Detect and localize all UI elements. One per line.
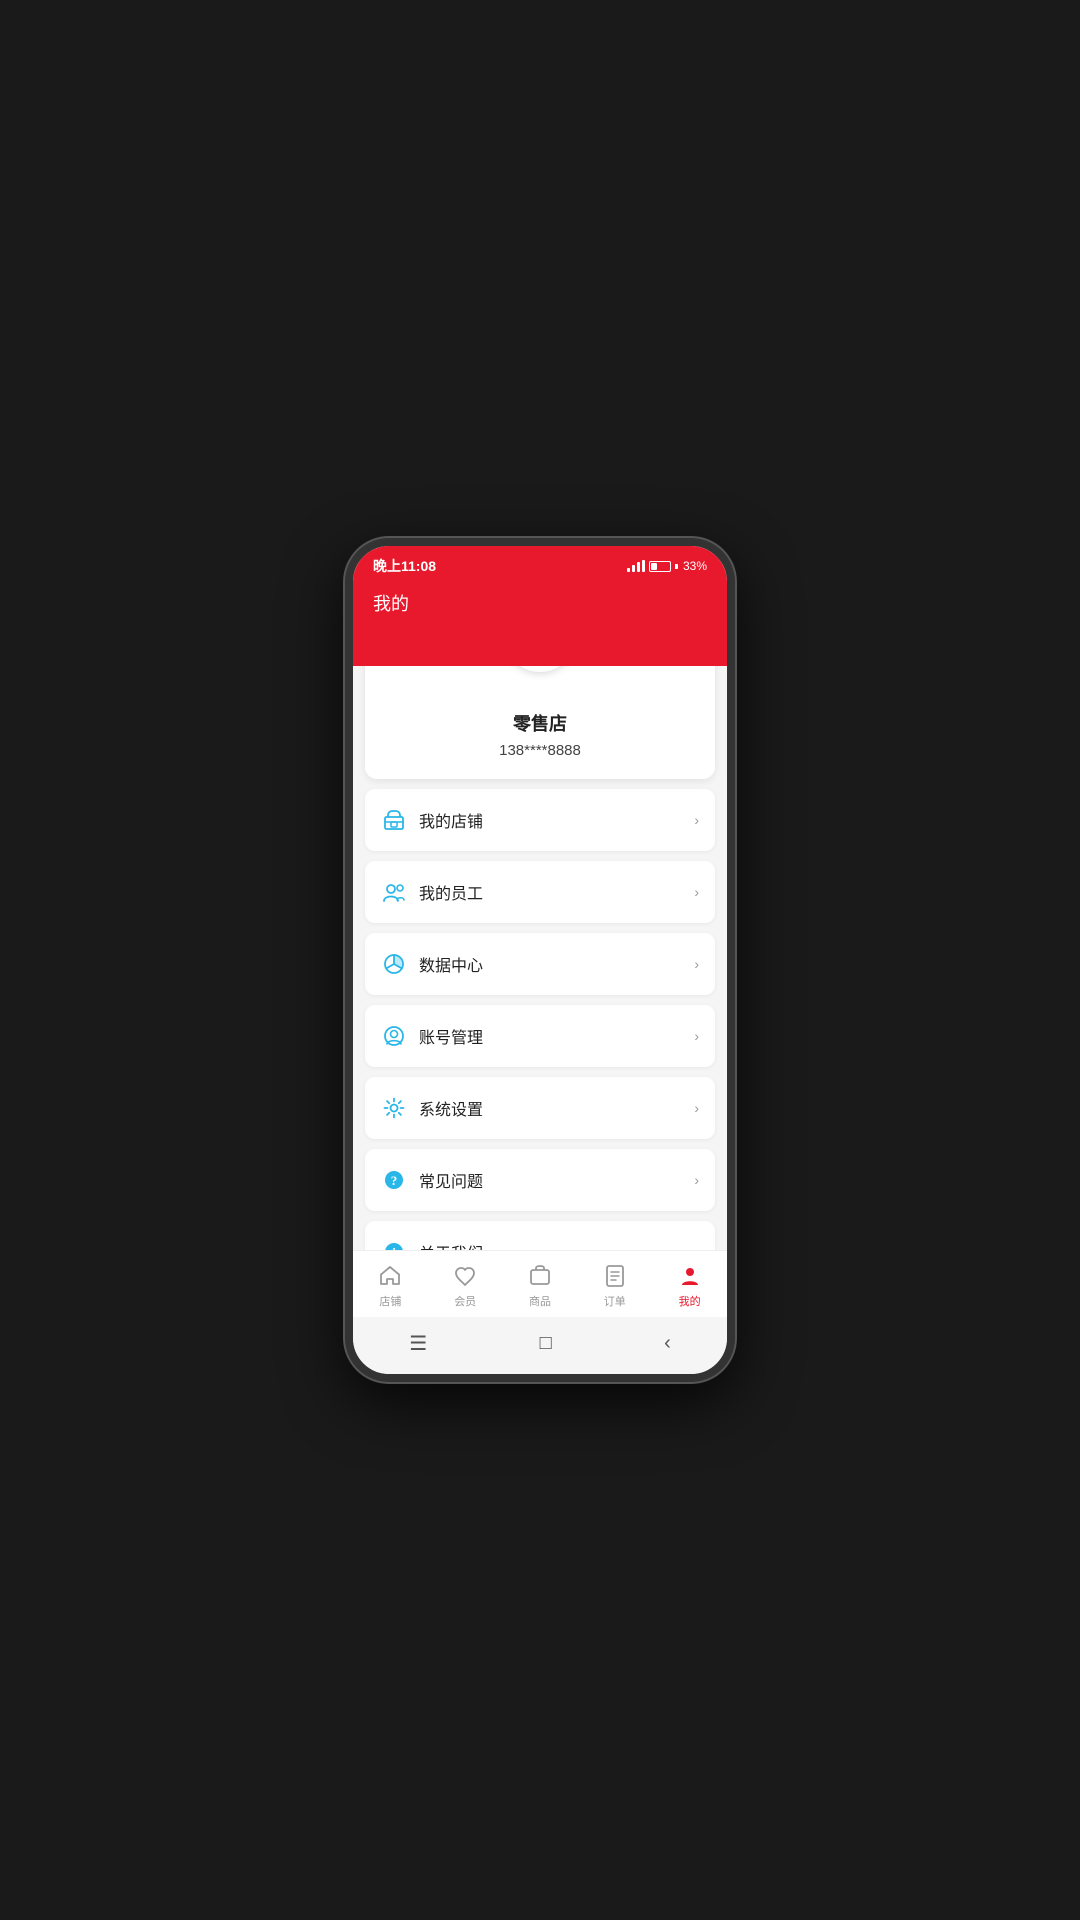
menu-item-account-mgmt[interactable]: 账号管理 ›: [365, 1005, 715, 1067]
arrow-icon: ›: [694, 1172, 699, 1188]
menu-label-data-center: 数据中心: [419, 952, 694, 976]
tab-store[interactable]: 店铺: [353, 1259, 428, 1313]
menu-label-my-store: 我的店铺: [419, 808, 694, 832]
status-icons: 33%: [627, 559, 707, 573]
account-icon: [381, 1023, 407, 1049]
menu-item-my-staff[interactable]: 我的员工 ›: [365, 861, 715, 923]
nav-bar: ☰ □ ‹: [353, 1317, 727, 1374]
menu-item-settings[interactable]: 系统设置 ›: [365, 1077, 715, 1139]
arrow-icon: ›: [694, 812, 699, 828]
menu-label-my-staff: 我的员工: [419, 880, 694, 904]
menu-section-settings: 系统设置 ›: [365, 1077, 715, 1139]
tab-mine-icon: [677, 1263, 703, 1289]
menu-item-my-store[interactable]: 我的店铺 ›: [365, 789, 715, 851]
app-header: 我的: [353, 582, 727, 666]
menu-label-settings: 系统设置: [419, 1096, 694, 1120]
battery-icon: 33%: [649, 559, 707, 573]
info-icon: i: [381, 1239, 407, 1250]
menu-item-faq[interactable]: ? 常见问题 ›: [365, 1149, 715, 1211]
tab-goods[interactable]: 商品: [503, 1259, 578, 1313]
signal-icon: [627, 560, 645, 572]
page-title: 我的: [373, 594, 409, 614]
nav-back-button[interactable]: ‹: [644, 1328, 691, 1359]
profile-name: 零售店: [513, 710, 567, 736]
main-content: 零售店 138****8888 我的店铺 ›: [353, 666, 727, 1250]
arrow-icon: ›: [694, 1028, 699, 1044]
menu-label-account-mgmt: 账号管理: [419, 1024, 694, 1048]
svg-text:?: ?: [391, 1173, 398, 1188]
tab-member-label: 会员: [454, 1293, 476, 1309]
settings-icon: [381, 1095, 407, 1121]
arrow-icon: ›: [694, 956, 699, 972]
svg-text:i: i: [392, 1245, 396, 1250]
tab-order-icon: [602, 1263, 628, 1289]
menu-section-faq: ? 常见问题 ›: [365, 1149, 715, 1211]
menu-section-staff: 我的员工 ›: [365, 861, 715, 923]
tab-store-label: 店铺: [379, 1293, 401, 1309]
tab-member-icon: [452, 1263, 478, 1289]
menu-item-about-us[interactable]: i 关于我们 ›: [365, 1221, 715, 1250]
menu-section-data: 数据中心 ›: [365, 933, 715, 995]
tab-goods-icon: [527, 1263, 553, 1289]
tab-mine[interactable]: 我的: [652, 1259, 727, 1313]
data-icon: [381, 951, 407, 977]
avatar[interactable]: [504, 666, 576, 672]
staff-icon: [381, 879, 407, 905]
tab-mine-label: 我的: [679, 1293, 701, 1309]
arrow-icon: ›: [694, 884, 699, 900]
phone-frame: 晚上11:08 33% 我的: [345, 538, 735, 1382]
menu-section-about: i 关于我们 ›: [365, 1221, 715, 1250]
tab-store-icon: [377, 1263, 403, 1289]
menu-section-account: 账号管理 ›: [365, 1005, 715, 1067]
avatar-container: [504, 666, 576, 672]
menu-label-about-us: 关于我们: [419, 1240, 694, 1250]
arrow-icon: ›: [694, 1244, 699, 1250]
tab-member[interactable]: 会员: [428, 1259, 503, 1313]
tab-order[interactable]: 订单: [577, 1259, 652, 1313]
arrow-icon: ›: [694, 1100, 699, 1116]
menu-label-faq: 常见问题: [419, 1168, 694, 1192]
menu-section-store: 我的店铺 ›: [365, 789, 715, 851]
tab-order-label: 订单: [604, 1293, 626, 1309]
profile-card: 零售店 138****8888: [365, 666, 715, 779]
nav-home-button[interactable]: □: [520, 1328, 572, 1359]
tab-goods-label: 商品: [529, 1293, 551, 1309]
help-icon: ?: [381, 1167, 407, 1193]
tab-bar: 店铺 会员 商品: [353, 1250, 727, 1317]
store-icon: [381, 807, 407, 833]
menu-item-data-center[interactable]: 数据中心 ›: [365, 933, 715, 995]
status-time: 晚上11:08: [373, 556, 436, 576]
nav-menu-button[interactable]: ☰: [389, 1327, 447, 1360]
profile-phone: 138****8888: [499, 742, 581, 759]
status-bar: 晚上11:08 33%: [353, 546, 727, 582]
